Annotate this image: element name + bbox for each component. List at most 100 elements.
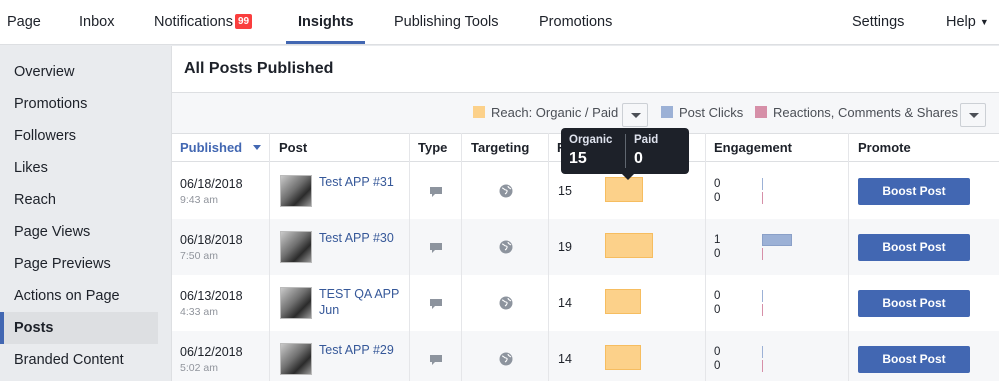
engagement-clicks-value: 0 <box>714 178 721 190</box>
panel-title: All Posts Published <box>184 60 334 77</box>
metrics-legend-bar: Reach: Organic / Paid Post Clicks Reacti… <box>172 93 999 133</box>
globe-icon <box>499 296 513 310</box>
nav-tab-inbox[interactable]: Inbox <box>79 0 114 45</box>
active-tab-underline <box>286 41 365 44</box>
reach-tooltip: Organic 15 Paid 0 <box>561 128 689 180</box>
post-clicks-bar <box>762 234 792 246</box>
reach-swatch <box>473 105 485 118</box>
post-thumbnail[interactable] <box>280 287 312 319</box>
column-targeting[interactable]: Targeting <box>471 134 529 162</box>
column-engagement[interactable]: Engagement <box>714 134 792 162</box>
post-date: 06/13/2018 <box>180 289 243 303</box>
post-link-line: Test APP #31 <box>319 175 394 189</box>
tooltip-divider <box>625 134 626 168</box>
post-link[interactable]: Test APP #29 <box>319 342 394 358</box>
table-row: 06/13/2018 4:33 am TEST QA APP Jun 14 0 0 Boost… <box>172 275 999 331</box>
engagement-clicks-value: 0 <box>714 290 721 302</box>
column-post[interactable]: Post <box>279 134 307 162</box>
legend-reach: Reach: Organic / Paid <box>473 93 618 133</box>
globe-icon <box>499 184 513 198</box>
sidebar-item-posts[interactable]: Posts <box>0 312 158 344</box>
nav-tab-page[interactable]: Page <box>7 0 41 45</box>
tooltip-organic-value: 15 <box>569 150 587 167</box>
column-type[interactable]: Type <box>418 134 447 162</box>
post-link-line: Test APP #30 <box>319 231 394 245</box>
boost-post-button[interactable]: Boost Post <box>858 346 970 373</box>
post-link-line: Test APP #29 <box>319 343 394 357</box>
sidebar-item-likes[interactable]: Likes <box>0 152 158 184</box>
engagement-clicks-value: 0 <box>714 346 721 358</box>
all-posts-panel: All Posts Published Reach: Organic / Pai… <box>171 46 999 381</box>
reactions-bar <box>762 304 763 316</box>
comment-bubble-icon <box>430 187 442 197</box>
sort-caret-down-icon[interactable] <box>253 145 261 150</box>
nav-settings[interactable]: Settings <box>852 0 904 45</box>
post-date: 06/12/2018 <box>180 345 243 359</box>
post-time: 9:43 am <box>180 194 218 206</box>
tooltip-paid-label: Paid <box>634 134 659 146</box>
nav-help-label: Help <box>946 14 976 30</box>
post-link[interactable]: Test APP #30 <box>319 230 394 246</box>
sidebar-item-followers[interactable]: Followers <box>0 120 158 152</box>
legend-reactions-label: Reactions, Comments & Shares <box>773 105 958 120</box>
engagement-metric-dropdown[interactable] <box>960 103 986 127</box>
reach-organic-bar <box>605 233 653 258</box>
nav-tab-promotions[interactable]: Promotions <box>539 0 612 45</box>
nav-tab-publishing-tools[interactable]: Publishing Tools <box>394 0 499 45</box>
post-link[interactable]: Test APP #31 <box>319 174 394 190</box>
legend-reach-label: Reach: Organic / Paid <box>491 105 619 120</box>
reach-value: 19 <box>558 240 572 254</box>
engagement-reactions-value: 0 <box>714 360 721 372</box>
tooltip-paid-value: 0 <box>634 150 643 167</box>
column-divider <box>461 133 462 381</box>
reach-organic-bar <box>605 177 643 202</box>
post-date: 06/18/2018 <box>180 233 243 247</box>
reach-metric-dropdown[interactable] <box>622 103 648 127</box>
post-time: 4:33 am <box>180 306 218 318</box>
sidebar-item-page-previews[interactable]: Page Previews <box>0 248 158 280</box>
post-date: 06/18/2018 <box>180 177 243 191</box>
boost-post-button[interactable]: Boost Post <box>858 178 970 205</box>
boost-post-button[interactable]: Boost Post <box>858 234 970 261</box>
post-clicks-bar <box>762 346 763 358</box>
reactions-bar <box>762 360 763 372</box>
legend-post-clicks: Post Clicks <box>661 93 743 133</box>
sidebar-item-actions-on-page[interactable]: Actions on Page <box>0 280 158 312</box>
column-divider <box>409 133 410 381</box>
engagement-reactions-value: 0 <box>714 192 721 204</box>
tooltip-organic-label: Organic <box>569 134 613 146</box>
post-thumbnail[interactable] <box>280 175 312 207</box>
column-published[interactable]: Published <box>180 134 242 162</box>
nav-tab-insights[interactable]: Insights <box>298 0 354 45</box>
sidebar-item-branded-content[interactable]: Branded Content <box>0 344 158 376</box>
nav-help[interactable]: Help ▼ <box>946 0 989 45</box>
top-navigation: Page Inbox Notifications 99 Insights Publ… <box>0 0 999 45</box>
post-link-line: Jun <box>319 303 340 317</box>
legend-post-clicks-label: Post Clicks <box>679 105 744 120</box>
comment-bubble-icon <box>430 355 442 365</box>
insights-sidebar: Overview Promotions Followers Likes Reac… <box>0 46 171 381</box>
reach-value: 15 <box>558 184 572 198</box>
sidebar-item-page-views[interactable]: Page Views <box>0 216 158 248</box>
boost-post-button[interactable]: Boost Post <box>858 290 970 317</box>
sidebar-item-overview[interactable]: Overview <box>0 56 158 88</box>
nav-tab-notifications[interactable]: Notifications 99 <box>154 0 253 45</box>
globe-icon <box>499 240 513 254</box>
sidebar-item-reach[interactable]: Reach <box>0 184 158 216</box>
comment-bubble-icon <box>430 299 442 309</box>
post-link[interactable]: TEST QA APP Jun <box>319 286 399 318</box>
post-thumbnail[interactable] <box>280 231 312 263</box>
post-time: 5:02 am <box>180 362 218 374</box>
post-thumbnail[interactable] <box>280 343 312 375</box>
post-time: 7:50 am <box>180 250 218 262</box>
sidebar-item-promotions[interactable]: Promotions <box>0 88 158 120</box>
comment-bubble-icon <box>430 243 442 253</box>
column-promote: Promote <box>858 140 911 155</box>
reactions-bar <box>762 248 763 260</box>
table-row: 06/12/2018 5:02 am Test APP #29 14 0 0 Boost P… <box>172 331 999 381</box>
engagement-reactions-value: 0 <box>714 304 721 316</box>
column-divider <box>848 133 849 381</box>
post-clicks-swatch <box>661 105 673 118</box>
engagement-clicks-value: 1 <box>714 234 721 246</box>
legend-reactions: Reactions, Comments & Shares <box>755 93 958 133</box>
